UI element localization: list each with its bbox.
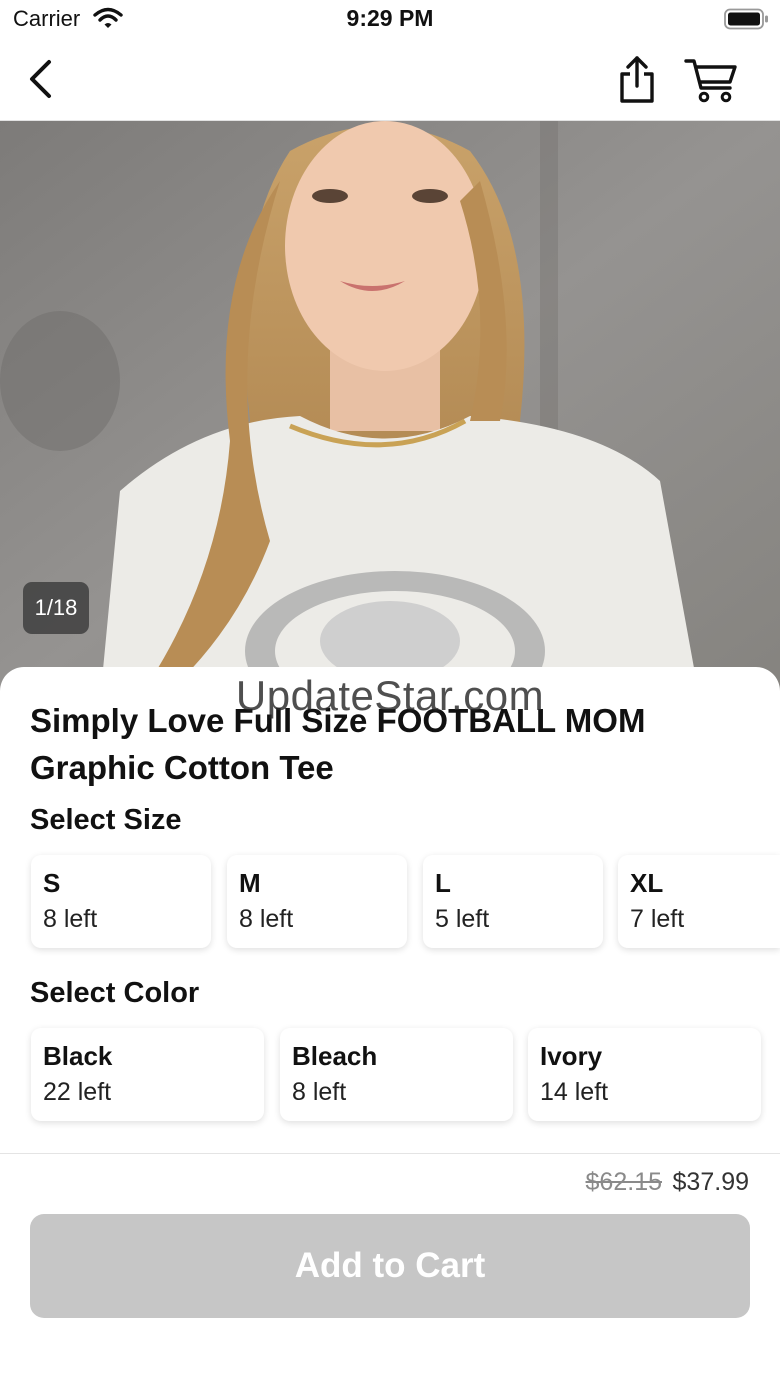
share-icon [620,56,654,103]
size-option-name: L [435,868,451,898]
color-option-black[interactable]: Black 22 left [31,1028,264,1121]
size-option-name: XL [630,868,664,898]
color-option-stock: 14 left [540,1078,609,1106]
cart-icon [684,59,737,103]
image-counter-badge: 1/18 [23,582,89,634]
product-photo[interactable] [0,121,780,701]
model-photo-illustration [0,121,780,701]
color-option-name: Bleach [292,1041,378,1071]
color-option-name: Ivory [540,1041,603,1071]
nav-bar [0,40,780,121]
size-option-l[interactable]: L 5 left [423,855,603,948]
watermark: UpdateStar.com [235,672,545,719]
size-option-m[interactable]: M 8 left [227,855,407,948]
size-option-s[interactable]: S 8 left [31,855,211,948]
size-option-name: S [43,868,61,898]
size-option-stock: 5 left [435,905,490,933]
select-size-label: Select Size [30,804,182,836]
cart-button[interactable] [682,54,740,106]
color-option-stock: 22 left [43,1078,112,1106]
size-option-name: M [239,868,261,898]
status-bar: Carrier 9:29 PM [0,0,780,40]
size-option-stock: 8 left [239,905,294,933]
color-option-name: Black [43,1041,113,1071]
share-button[interactable] [612,52,662,108]
original-price: $62.15 [585,1168,662,1196]
color-option-bleach[interactable]: Bleach 8 left [280,1028,513,1121]
add-to-cart-button[interactable]: Add to Cart [30,1214,750,1318]
select-color-label: Select Color [30,977,200,1009]
size-option-stock: 8 left [43,905,98,933]
color-option-ivory[interactable]: Ivory 14 left [528,1028,761,1121]
battery-icon [724,8,770,35]
size-option-xl[interactable]: XL 7 left [618,855,780,948]
back-button[interactable] [18,54,62,104]
size-option-stock: 7 left [630,905,685,933]
clock: 9:29 PM [346,5,434,31]
sale-price: $37.99 [672,1168,749,1196]
product-title-line-2: Graphic Cotton Tee [30,749,334,786]
color-option-stock: 8 left [292,1078,347,1106]
chevron-left-icon [30,60,51,98]
